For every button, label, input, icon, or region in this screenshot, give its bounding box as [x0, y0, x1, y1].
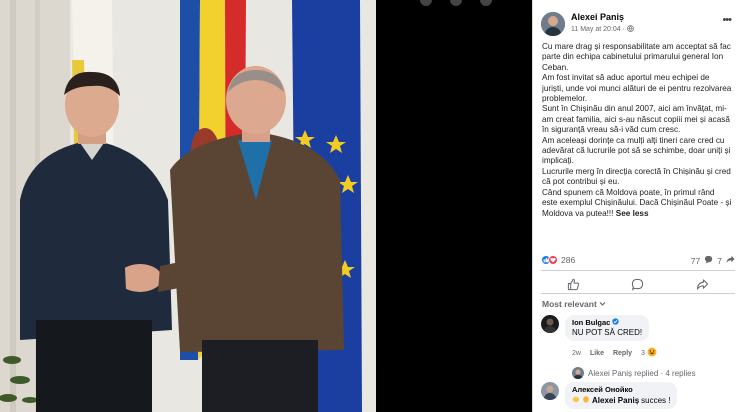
commenter-avatar[interactable]	[541, 315, 559, 333]
comment-like-button[interactable]: Like	[590, 350, 604, 357]
comment: Алексей Онойко Alexei Paniș succes !	[541, 382, 735, 412]
comment-icon	[632, 278, 644, 290]
like-button[interactable]	[553, 276, 593, 292]
comment-sort-label: Most relevant	[542, 299, 597, 309]
divider	[541, 293, 735, 294]
share-count-icon	[726, 255, 735, 266]
shares-count[interactable]: 7	[717, 256, 722, 266]
flexed-biceps-icon	[572, 395, 580, 405]
comment-text-body: succes !	[641, 395, 671, 405]
see-less-link[interactable]: See less	[616, 209, 649, 218]
chevron-down-icon	[599, 299, 606, 309]
comment-reactions[interactable]: 3	[641, 347, 657, 359]
post-side-panel: Alexei Paniș 11 May at 20:04 · ••• Cu ma…	[532, 0, 740, 412]
comment-reply-button[interactable]: Reply	[613, 350, 632, 357]
post-paragraph: Sunt în Chișinău din anul 2007, aici am …	[542, 104, 730, 135]
post-header: Alexei Paniș 11 May at 20:04 · •••	[541, 12, 733, 40]
comment-author[interactable]: Алексей Онойко	[572, 385, 633, 394]
post-paragraph: Cu mare drag și responsabilitate am acce…	[542, 42, 731, 72]
share-icon	[697, 278, 709, 290]
globe-icon	[627, 25, 634, 34]
comment-bubble: Алексей Онойко Alexei Paniș succes !	[565, 382, 678, 409]
replies-text: Alexei Paniș replied · 4 replies	[588, 368, 696, 378]
comment-reaction-count: 3	[641, 349, 645, 357]
post-author-name[interactable]: Alexei Paniș	[571, 12, 624, 22]
post-stats: 286 77 7	[541, 255, 735, 267]
like-outline-icon	[567, 278, 579, 290]
post-text: Cu mare drag și responsabilitate am acce…	[542, 42, 732, 219]
comment-bubble: Ion Bulgac NU POT SĂ CRED!	[565, 315, 650, 341]
post-paragraph: Am fost invitat să aduc aportul meu echi…	[542, 73, 732, 104]
haha-icon	[647, 347, 657, 359]
post-meta: 11 May at 20:04 ·	[571, 25, 634, 34]
reply-avatar	[572, 367, 584, 379]
post-paragraph-last: Când spunem că Moldova poate, în primul …	[542, 188, 732, 219]
comments-count[interactable]: 77	[691, 256, 700, 266]
comment: Ion Bulgac NU POT SĂ CRED! 2w Like Reply…	[541, 315, 735, 379]
replies-link[interactable]: Alexei Paniș replied · 4 replies	[572, 367, 696, 379]
viewer-top-controls	[420, 0, 492, 6]
verified-icon	[612, 318, 619, 327]
comment-author-row: Алексей Онойко	[572, 385, 670, 394]
comment-author[interactable]: Ion Bulgac	[572, 318, 610, 327]
reactions-summary[interactable]: 286	[541, 255, 575, 265]
comment-count-icon	[704, 255, 713, 266]
love-icon	[548, 255, 558, 265]
engagement-counts: 77 7	[691, 255, 735, 266]
clapping-hands-icon	[582, 395, 590, 405]
comment-text: Alexei Paniș succes !	[572, 395, 670, 405]
more-icon[interactable]: •••	[722, 14, 732, 26]
comment-footer: 2w Like Reply 3	[572, 347, 657, 359]
divider	[541, 270, 735, 271]
post-actions	[541, 276, 735, 292]
post-timestamp[interactable]: 11 May at 20:04 ·	[571, 26, 625, 33]
comment-sort-selector[interactable]: Most relevant	[542, 299, 606, 309]
post-paragraph: Lucrurile merg în direcția corectă în Ch…	[542, 166, 731, 187]
share-button[interactable]	[683, 276, 723, 292]
comment-mention[interactable]: Alexei Paniș	[592, 396, 639, 405]
post-photo[interactable]	[0, 0, 376, 412]
photo-viewer	[0, 0, 532, 412]
comment-age[interactable]: 2w	[572, 350, 581, 357]
post-paragraph: Am aceleași dorințe ca mulți alți tineri…	[542, 135, 731, 166]
commenter-avatar[interactable]	[541, 382, 559, 400]
comment-author-row: Ion Bulgac	[572, 318, 642, 327]
author-avatar[interactable]	[541, 12, 565, 36]
reactions-count: 286	[561, 255, 576, 265]
comment-text: NU POT SĂ CRED!	[572, 328, 643, 337]
comment-button[interactable]	[618, 276, 658, 292]
